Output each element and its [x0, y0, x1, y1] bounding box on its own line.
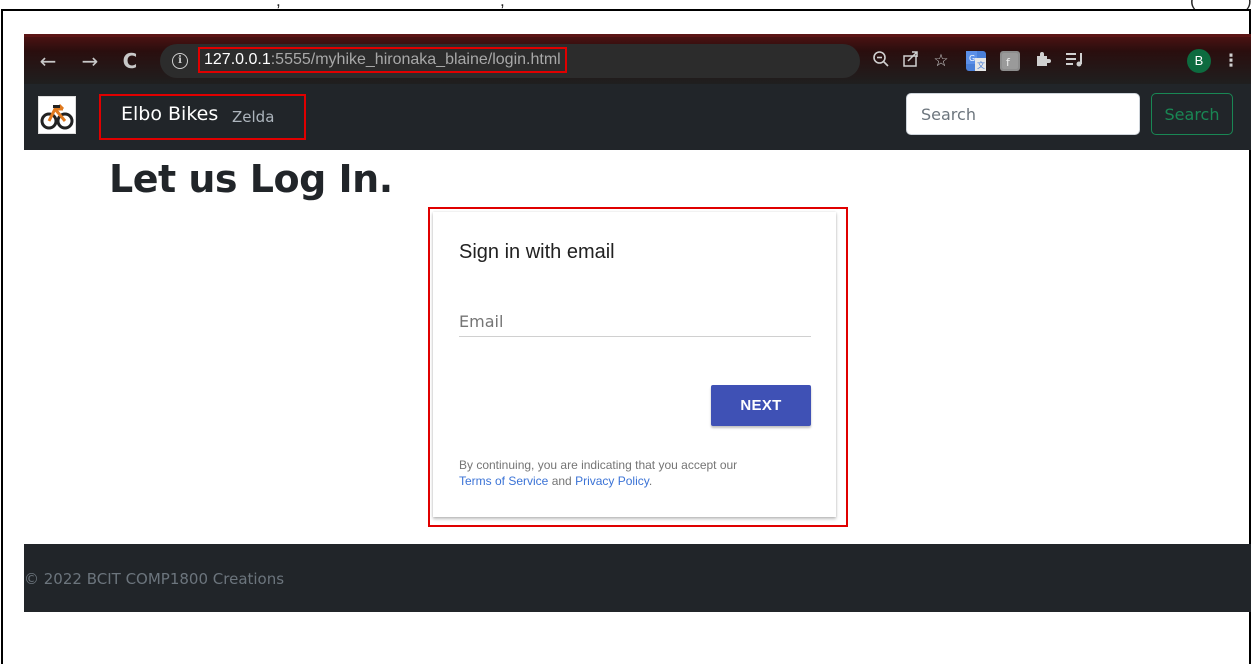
terms-of-service-link[interactable]: Terms of Service: [459, 474, 548, 488]
reload-icon[interactable]: C: [118, 49, 142, 73]
privacy-policy-link[interactable]: Privacy Policy: [575, 474, 649, 488]
bike-logo[interactable]: [38, 96, 76, 134]
email-field[interactable]: [459, 306, 811, 337]
page-title: Let us Log In.: [109, 157, 393, 201]
extension-icon[interactable]: f: [1000, 51, 1020, 71]
legal-text: By continuing, you are indicating that y…: [459, 458, 738, 472]
search-input[interactable]: [906, 93, 1140, 135]
svg-text:文: 文: [977, 60, 985, 70]
profile-avatar[interactable]: B: [1187, 49, 1211, 73]
next-button[interactable]: NEXT: [711, 385, 811, 426]
url-path: :5555/myhike_hironaka_blaine/login.html: [270, 51, 561, 68]
url-highlight[interactable]: 127.0.0.1:5555/myhike_hironaka_blaine/lo…: [198, 47, 567, 73]
legal-and: and: [548, 474, 576, 488]
bookmark-star-icon[interactable]: ☆: [930, 50, 952, 72]
brand-highlight: Elbo Bikes Zelda: [99, 94, 306, 140]
puzzle-extensions-icon[interactable]: [1032, 50, 1054, 72]
signin-card: Sign in with email NEXT By continuing, y…: [433, 212, 836, 517]
reading-list-icon[interactable]: [1064, 50, 1086, 72]
site-footer: © 2022 BCIT COMP1800 Creations: [24, 544, 1251, 612]
more-menu-icon[interactable]: ⋮: [1220, 50, 1242, 72]
url-host: 127.0.0.1: [204, 51, 271, 68]
signin-title: Sign in with email: [459, 241, 615, 263]
forward-icon[interactable]: →: [78, 49, 102, 73]
site-navbar: Elbo Bikes Zelda Search: [24, 84, 1251, 150]
zoom-out-icon[interactable]: [870, 50, 892, 72]
address-bar[interactable]: i 127.0.0.1:5555/myhike_hironaka_blaine/…: [160, 44, 860, 78]
browser-toolbar: ← → C i 127.0.0.1:5555/myhike_hironaka_b…: [24, 34, 1251, 84]
legal-end: .: [648, 474, 653, 488]
legal-notice: By continuing, you are indicating that y…: [459, 457, 819, 489]
brand-name[interactable]: Elbo Bikes: [121, 103, 218, 125]
site-info-icon[interactable]: i: [172, 53, 188, 69]
svg-text:G: G: [969, 54, 975, 63]
google-translate-icon[interactable]: G文: [966, 51, 986, 71]
back-icon[interactable]: ←: [36, 49, 60, 73]
nav-user-name: Zelda: [232, 108, 275, 126]
footer-copyright: © 2022 BCIT COMP1800 Creations: [24, 570, 285, 588]
search-button[interactable]: Search: [1151, 93, 1233, 135]
share-icon[interactable]: [900, 50, 922, 72]
